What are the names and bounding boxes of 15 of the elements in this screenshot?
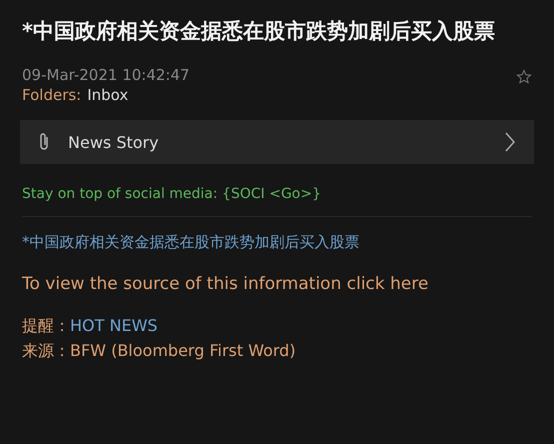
field-value: BFW (Bloomberg First Word) <box>70 341 296 362</box>
field-label: 提醒： <box>22 316 70 337</box>
field-label: 来源： <box>22 341 70 362</box>
attachment-row[interactable]: News Story <box>20 120 534 164</box>
headline: *中国政府相关资金据悉在股市跌势加剧后买入股票 <box>22 233 360 252</box>
paperclip-icon <box>38 132 50 152</box>
timestamp: 09-Mar-2021 10:42:47 <box>22 66 190 84</box>
chevron-right-icon <box>504 131 516 153</box>
field-value: HOT NEWS <box>70 316 158 337</box>
source-link[interactable]: To view the source of this information click here <box>22 274 532 294</box>
folder-value: Inbox <box>87 86 128 104</box>
promo-text: Stay on top of social media: {SOCI <Go>} <box>22 186 322 202</box>
star-icon[interactable] <box>516 69 532 85</box>
message-title: *中国政府相关资金据悉在股市跌势加剧后买入股票 <box>22 18 496 45</box>
folders-label: Folders: <box>22 86 82 104</box>
